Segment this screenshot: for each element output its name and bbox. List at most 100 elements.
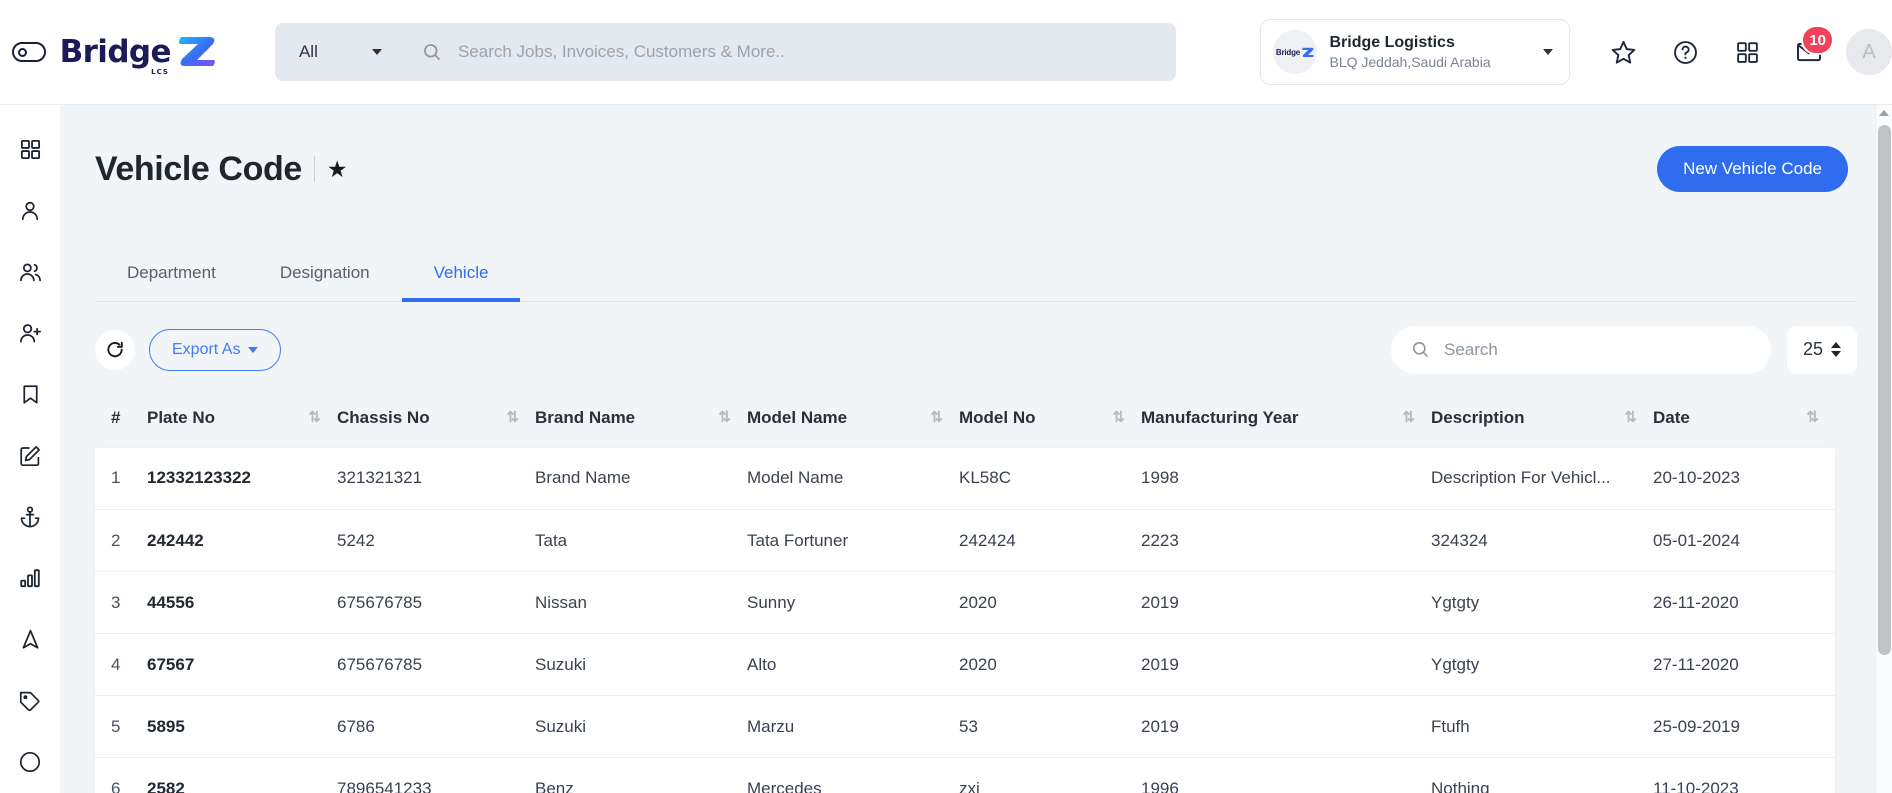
sidebar-item-tracking[interactable] [0,609,60,670]
chevron-up-icon[interactable] [1879,110,1889,116]
col-plate-no[interactable]: Plate No ⇅ [147,397,337,448]
tab-vehicle[interactable]: Vehicle [401,245,521,302]
cell-index: 4 [111,654,121,674]
brand-subtext: LCS [151,68,169,76]
cell-model-name: Sunny [747,592,796,612]
vertical-scrollbar[interactable] [1875,105,1892,793]
help-icon[interactable] [1654,21,1716,83]
cell-plate-no: 44556 [147,592,195,612]
messages-mail-icon[interactable]: 10 [1778,21,1840,83]
grid-icon [20,140,40,160]
apps-grid-icon[interactable] [1716,21,1778,83]
search-scope-value: All [298,42,318,61]
sidebar-item-shipping[interactable] [0,487,60,548]
sidebar-item-users[interactable] [0,242,60,303]
col-manufacturing-year[interactable]: Manufacturing Year ⇅ [1141,397,1431,448]
organization-switcher[interactable]: Bridge Bridge Logistics BLQ Jeddah,Saudi… [1260,19,1570,85]
sidebar-item-profile[interactable] [0,180,60,241]
cell-model-no: 2020 [959,592,997,612]
search-icon [1412,342,1429,358]
sidebar-item-dashboard[interactable] [0,119,60,180]
chevron-down-icon[interactable] [1543,49,1553,55]
messages-count-badge: 10 [1801,25,1834,55]
sidebar-item-bookmarks[interactable] [0,364,60,425]
cell-manufacturing-year: 1996 [1141,778,1179,793]
people-icon [19,263,41,281]
sort-arrows-icon[interactable]: ⇅ [930,410,943,425]
cell-date: 20-10-2023 [1653,468,1740,488]
sort-arrows-icon[interactable]: ⇅ [718,410,731,425]
title-divider [313,156,315,183]
person-icon [21,201,39,220]
export-as-label: Export As [172,340,241,358]
sidebar-item-reports[interactable] [0,548,60,609]
search-scope-select[interactable]: All [275,23,400,81]
top-header: Bridge LCS All Brid [0,0,1892,105]
tag-icon [19,691,40,712]
table-header: # Plate No ⇅ Chassis No ⇅ Brand Name ⇅ Mode… [95,397,1835,448]
table-row[interactable]: 5 5895 6786 Suzuki Marzu 53 2019 Ftufh 2… [95,695,1835,758]
col-date[interactable]: Date ⇅ [1653,397,1835,448]
cell-plate-no: 2582 [147,778,185,793]
cell-model-name: Model Name [747,468,844,488]
global-search-input[interactable] [455,41,1177,63]
global-search-bar[interactable]: All [274,23,1177,81]
col-chassis-no[interactable]: Chassis No ⇅ [337,397,535,448]
cell-model-no: zxi [959,778,980,793]
new-vehicle-code-button[interactable]: New Vehicle Code [1657,146,1848,193]
col-brand-name[interactable]: Brand Name ⇅ [535,397,747,448]
cell-index: 5 [111,716,121,736]
cell-manufacturing-year: 2019 [1141,716,1179,736]
col-model-name[interactable]: Model Name ⇅ [747,397,959,448]
sidebar-item-more[interactable] [0,732,60,793]
brand-logo[interactable]: Bridge LCS [60,32,219,76]
sidebar-item-edit[interactable] [0,425,60,486]
cell-chassis-no: 7896541233 [337,778,432,793]
cell-model-no: 2020 [959,654,997,674]
cell-plate-no: 5895 [147,716,185,736]
cell-plate-no: 242442 [147,530,204,550]
sidebar-item-tags[interactable] [0,670,60,731]
star-filled-icon[interactable]: ★ [327,157,348,181]
table-row[interactable]: 1 12332123322 321321321 Brand Name Model… [95,447,1835,510]
bar-chart-icon [20,569,40,588]
col-description[interactable]: Description ⇅ [1431,397,1653,448]
favorites-star-icon[interactable] [1592,21,1654,83]
person-add-icon [19,323,41,343]
stepper-updown-icon[interactable] [1831,342,1842,358]
table-row[interactable]: 2 242442 5242 Tata Tata Fortuner 242424 … [95,509,1835,572]
tab-department[interactable]: Department [95,245,248,301]
cell-chassis-no: 5242 [337,530,375,550]
sidebar-item-add-user[interactable] [0,303,60,364]
table-row[interactable]: 6 2582 7896541233 Benz Mercedes zxi 1996… [95,757,1835,793]
anchor-icon [20,506,40,528]
cell-index: 2 [111,530,121,550]
page-header: Vehicle Code ★ New Vehicle Code [60,105,1892,212]
table-search-input[interactable] [1442,338,1751,361]
cell-model-name: Mercedes [747,778,822,793]
user-avatar[interactable]: A [1846,29,1892,75]
sort-arrows-icon[interactable]: ⇅ [308,410,321,425]
cell-model-no: 242424 [959,530,1016,550]
sort-arrows-icon[interactable]: ⇅ [1806,410,1819,425]
sort-arrows-icon[interactable]: ⇅ [506,410,519,425]
scrollbar-thumb[interactable] [1878,125,1891,655]
table-row[interactable]: 4 67567 675676785 Suzuki Alto 2020 2019 … [95,633,1835,696]
sort-arrows-icon[interactable]: ⇅ [1402,410,1415,425]
sidebar-toggle-icon[interactable] [12,42,46,62]
sort-arrows-icon[interactable]: ⇅ [1112,410,1125,425]
vehicle-table-wrapper: # Plate No ⇅ Chassis No ⇅ Brand Name ⇅ Mode… [95,397,1857,793]
page-size-stepper[interactable]: 25 [1787,325,1857,374]
tab-designation[interactable]: Designation [248,245,402,301]
chevron-down-icon [248,346,259,353]
table-row[interactable]: 3 44556 675676785 Nissan Sunny 2020 2019… [95,571,1835,634]
export-as-button[interactable]: Export As [149,328,282,371]
refresh-button[interactable] [95,329,135,370]
cell-manufacturing-year: 1998 [1141,468,1179,488]
left-sidebar [0,105,60,793]
cell-description: Description For Vehicl... [1431,468,1611,488]
col-model-no[interactable]: Model No ⇅ [959,397,1141,448]
sort-arrows-icon[interactable]: ⇅ [1624,410,1637,425]
toggle-knob-icon [18,47,27,57]
table-search[interactable] [1391,325,1771,374]
